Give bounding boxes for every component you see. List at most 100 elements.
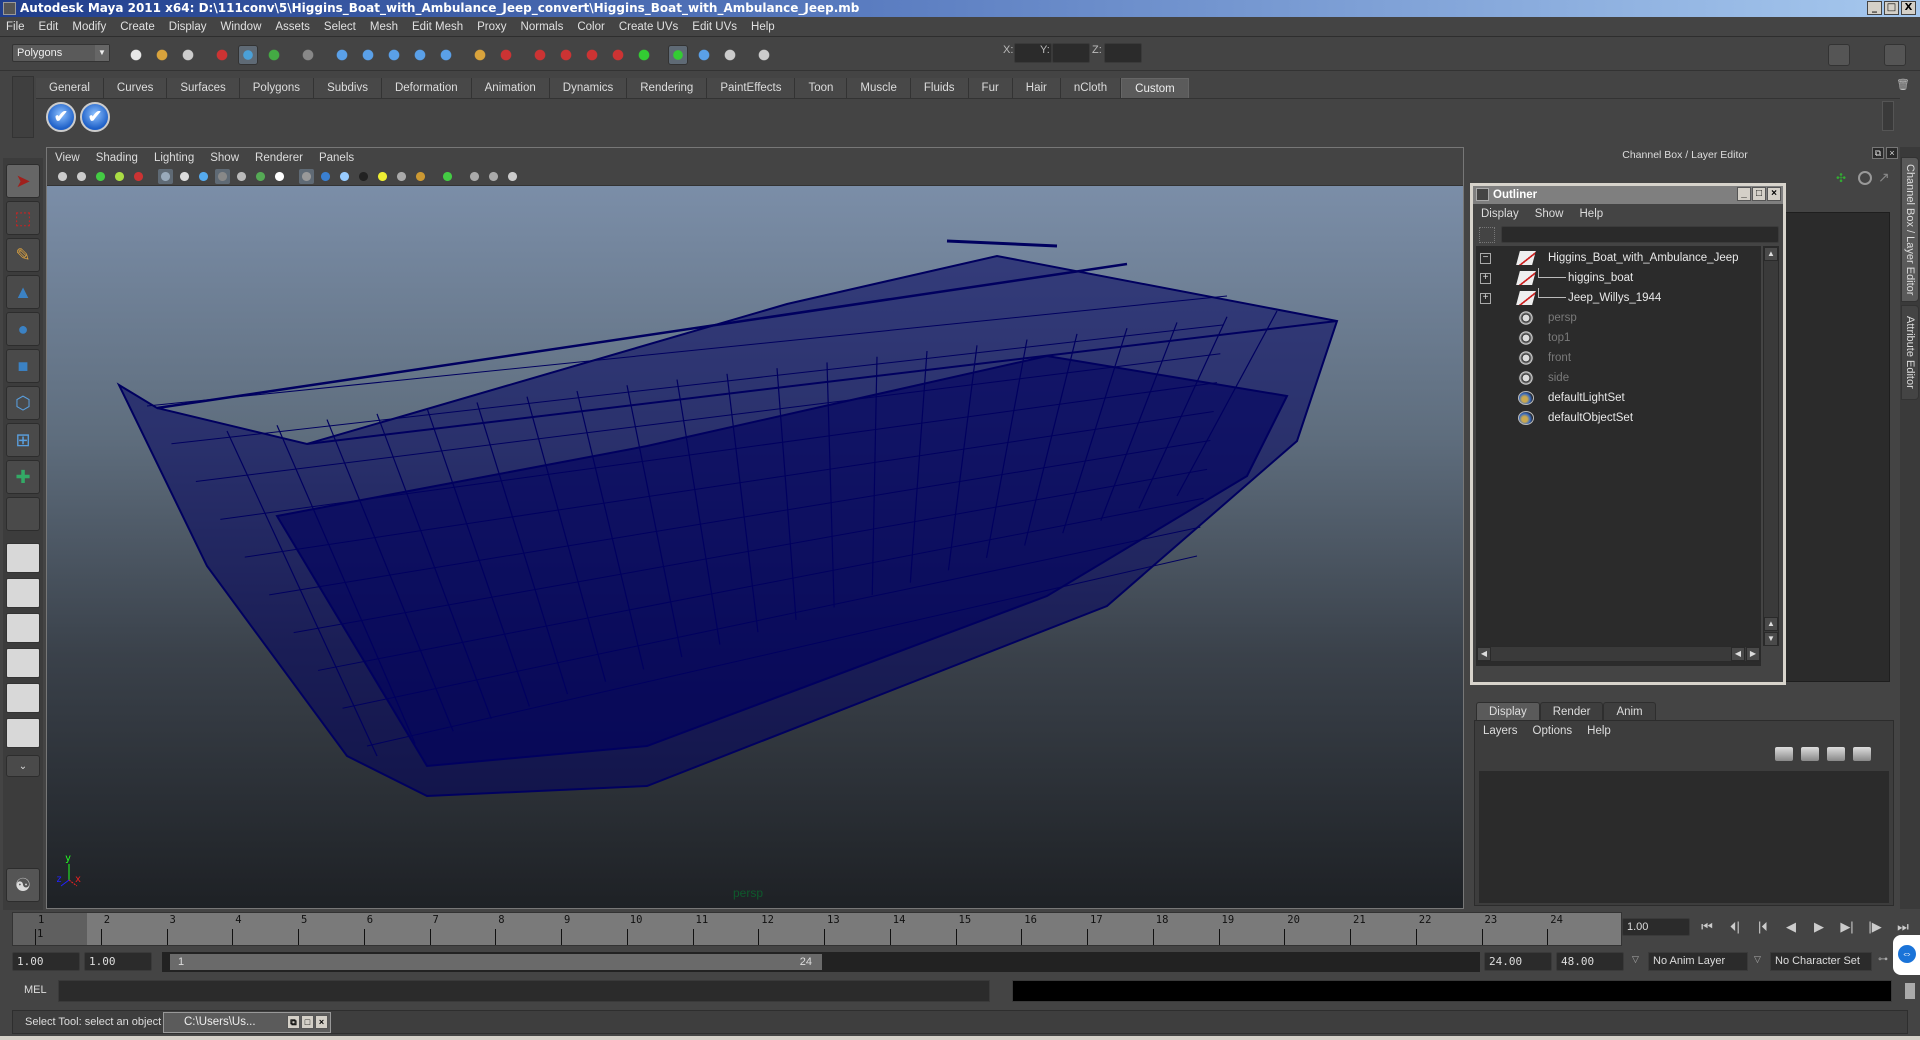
play-forwards-icon[interactable]: ▶ <box>1807 916 1831 938</box>
outliner-item-jeep-willys-1944[interactable]: + Jeep_Willys_1944 <box>1476 288 1761 308</box>
attribute-editor-toggle-icon[interactable] <box>1828 44 1850 66</box>
hypershade-persp-layout-icon[interactable] <box>6 683 40 713</box>
scroll-down-arrow-icon[interactable]: ▼ <box>1764 632 1778 646</box>
wireframe-icon[interactable] <box>299 169 314 184</box>
xray-joints-icon[interactable] <box>486 169 501 184</box>
menu-create[interactable]: Create <box>120 21 155 33</box>
bookmarks-icon[interactable] <box>93 169 108 184</box>
output-ops-icon[interactable] <box>582 45 602 65</box>
image-plane-icon[interactable] <box>112 169 127 184</box>
shelf-tab-muscle[interactable]: Muscle <box>847 78 911 98</box>
expand-icon[interactable]: + <box>1480 293 1491 304</box>
rotate-tool-icon[interactable]: ● <box>6 312 40 346</box>
filter-icon[interactable] <box>1479 227 1495 243</box>
range-slider-bar[interactable]: 1 24 <box>170 954 822 970</box>
chevron-down-icon[interactable]: ▽ <box>1632 954 1639 965</box>
animation-start-input[interactable]: 1.00 <box>12 952 80 971</box>
smooth-shade-icon[interactable] <box>318 169 333 184</box>
tab-channel-box[interactable]: Channel Box / Layer Editor <box>1901 157 1919 302</box>
new-scene-icon[interactable] <box>126 45 146 65</box>
xray-components-icon[interactable] <box>505 169 520 184</box>
xray-icon[interactable] <box>467 169 482 184</box>
outliner-item-defaultobjectset[interactable]: defaultObjectSet <box>1476 408 1761 428</box>
playback-start-input[interactable]: 1.00 <box>84 952 152 971</box>
command-language-label[interactable]: MEL <box>24 984 47 996</box>
y-input[interactable] <box>1052 43 1090 63</box>
key-icon[interactable]: ⊶ <box>1878 954 1888 965</box>
paint-select-tool-icon[interactable]: ✎ <box>6 238 40 272</box>
scroll-left-arrow-icon[interactable]: ◀ <box>1731 647 1745 661</box>
viewport-menu-view[interactable]: View <box>55 152 80 164</box>
create-empty-layer-icon[interactable] <box>1827 747 1845 761</box>
outliner-item-top1[interactable]: top1 <box>1476 328 1761 348</box>
outliner-item-persp[interactable]: persp <box>1476 308 1761 328</box>
render-current-icon[interactable] <box>668 45 688 65</box>
camera-attributes-icon[interactable] <box>74 169 89 184</box>
tool-settings-toggle-icon[interactable] <box>1856 44 1878 66</box>
layer-menu-help[interactable]: Help <box>1587 725 1611 737</box>
history-icon[interactable] <box>530 45 550 65</box>
select-hierarchy-icon[interactable] <box>212 45 232 65</box>
chevron-down-icon[interactable]: ▽ <box>1754 954 1761 965</box>
close-button[interactable]: × <box>315 1015 328 1029</box>
outliner-menu-show[interactable]: Show <box>1535 208 1564 220</box>
layer-tab-display[interactable]: Display <box>1476 702 1540 720</box>
viewport-menu-shading[interactable]: Shading <box>96 152 138 164</box>
select-component-icon[interactable] <box>264 45 284 65</box>
isolate-select-icon[interactable] <box>440 169 455 184</box>
shelf-tab-deformation[interactable]: Deformation <box>381 78 472 98</box>
shadows-icon[interactable] <box>394 169 409 184</box>
current-frame-input[interactable]: 1.00 <box>1622 918 1690 936</box>
z-input[interactable] <box>1104 43 1142 63</box>
select-camera-icon[interactable] <box>55 169 70 184</box>
use-all-lights-icon[interactable] <box>375 169 390 184</box>
layer-tab-render[interactable]: Render <box>1539 702 1604 720</box>
menu-edit[interactable]: Edit <box>39 21 59 33</box>
outliner-menu-help[interactable]: Help <box>1580 208 1604 220</box>
construction-history-icon[interactable] <box>608 45 628 65</box>
snap-grid-icon[interactable] <box>332 45 352 65</box>
snap-point-icon[interactable] <box>384 45 404 65</box>
menu-color[interactable]: Color <box>577 21 604 33</box>
create-layer-from-selected-icon[interactable] <box>1853 747 1871 761</box>
last-tool-icon[interactable] <box>6 497 40 531</box>
minimized-window[interactable]: C:\Users\Us... ⧉ □ × <box>163 1012 331 1033</box>
manipulator-icon[interactable]: ✣ <box>1836 171 1850 185</box>
step-forward-frame-icon[interactable]: ▶| <box>1835 916 1859 938</box>
scroll-up-arrow-icon[interactable]: ▲ <box>1764 247 1778 261</box>
tab-attribute-editor[interactable]: Attribute Editor <box>1901 305 1919 400</box>
character-set-dropdown[interactable]: No Character Set <box>1770 952 1872 971</box>
select-tool-icon[interactable]: ➤ <box>6 164 40 198</box>
layer-menu-options[interactable]: Options <box>1533 725 1573 737</box>
outliner-item-defaultlightset[interactable]: defaultLightSet <box>1476 388 1761 408</box>
save-scene-icon[interactable] <box>178 45 198 65</box>
shelf-button-check-icon[interactable]: ✔ <box>80 102 110 132</box>
textured-icon[interactable] <box>356 169 371 184</box>
menu-display[interactable]: Display <box>169 21 207 33</box>
close-button[interactable]: X <box>1901 1 1916 15</box>
menu-mesh[interactable]: Mesh <box>370 21 398 33</box>
single-perspective-layout-icon[interactable] <box>6 543 40 573</box>
teamviewer-tab[interactable]: ⇔ <box>1893 935 1920 975</box>
go-to-start-icon[interactable]: ⏮ <box>1695 916 1719 938</box>
scroll-right-arrow-icon[interactable]: ▶ <box>1746 647 1760 661</box>
shelf-tab-surfaces[interactable]: Surfaces <box>167 78 240 98</box>
float-panel-button[interactable]: ⧉ <box>1872 147 1884 159</box>
speed-icon[interactable] <box>1858 171 1872 185</box>
outliner-close-button[interactable]: × <box>1767 187 1781 201</box>
maximize-button[interactable]: □ <box>301 1015 314 1029</box>
menu-create-uvs[interactable]: Create UVs <box>619 21 678 33</box>
layer-tab-anim[interactable]: Anim <box>1603 702 1656 720</box>
render-settings-icon[interactable] <box>720 45 740 65</box>
menu-edit-uvs[interactable]: Edit UVs <box>692 21 737 33</box>
menu-set-dropdown[interactable]: Polygons ▼ <box>12 44 110 62</box>
grid-icon[interactable] <box>158 169 173 184</box>
input-ops-icon[interactable] <box>556 45 576 65</box>
high-quality-icon[interactable] <box>413 169 428 184</box>
shelf-scrollbar[interactable] <box>1882 101 1894 131</box>
outliner-item-higgins-boat-with-ambulance-jeep[interactable]: − Higgins_Boat_with_Ambulance_Jeep <box>1476 248 1761 268</box>
render-view-icon[interactable] <box>634 45 654 65</box>
wireframe-on-shaded-icon[interactable] <box>337 169 352 184</box>
menu-assets[interactable]: Assets <box>275 21 310 33</box>
channel-box-toggle-icon[interactable] <box>1884 44 1906 66</box>
